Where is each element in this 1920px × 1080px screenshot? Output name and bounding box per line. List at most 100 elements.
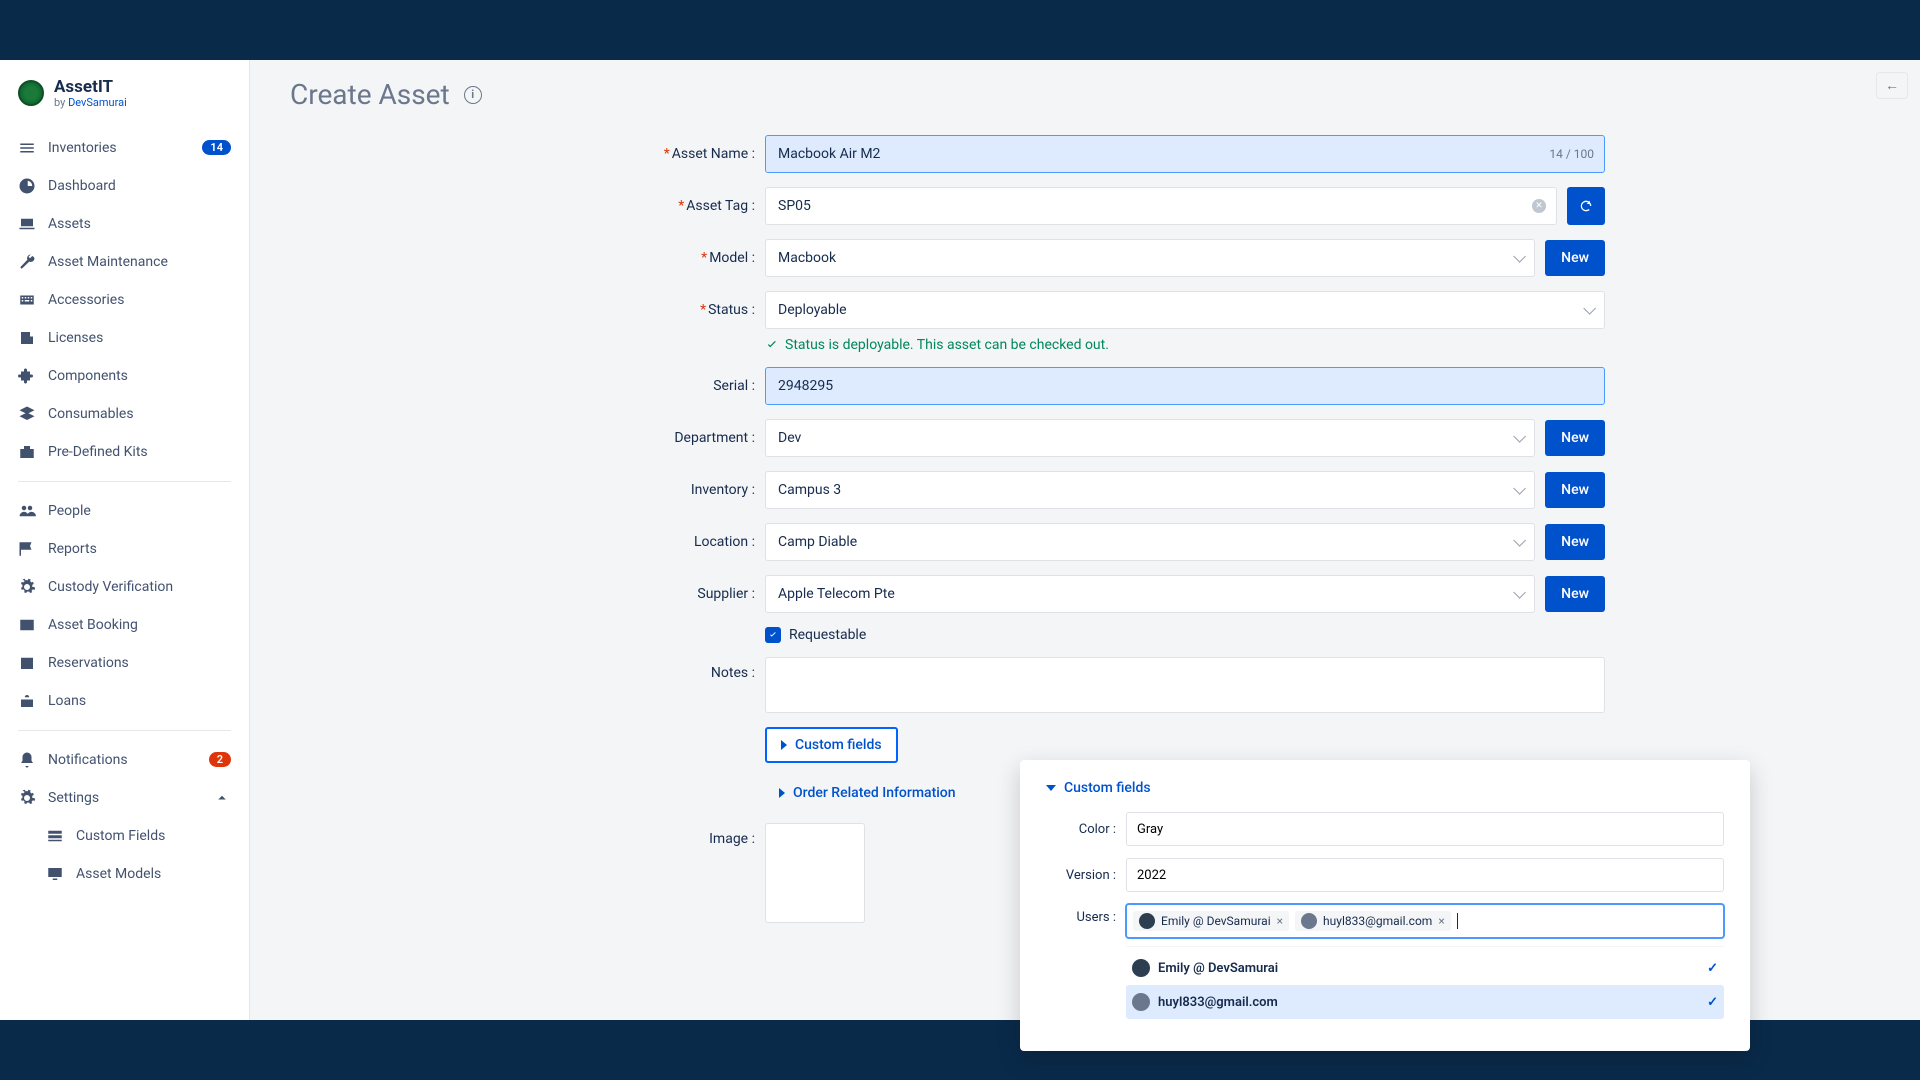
chevron-up-icon xyxy=(213,789,231,807)
supplier-label: Supplier : xyxy=(565,586,765,602)
sidebar-item-licenses[interactable]: Licenses xyxy=(0,319,249,357)
requestable-checkbox[interactable] xyxy=(765,627,781,643)
sidebar-item-loans[interactable]: Loans xyxy=(0,682,249,720)
asset-tag-input[interactable]: ✕ xyxy=(765,187,1557,225)
version-label: Version : xyxy=(1046,868,1126,883)
sidebar-item-assets[interactable]: Assets xyxy=(0,205,249,243)
inventory-select[interactable]: Campus 3 xyxy=(765,471,1535,509)
check-icon: ✓ xyxy=(1707,961,1718,976)
sidebar-item-label: Reports xyxy=(48,541,231,557)
refresh-tag-button[interactable] xyxy=(1567,187,1605,225)
inventories-icon xyxy=(18,139,36,157)
sidebar-item-label: Assets xyxy=(48,216,231,232)
asset-name-input[interactable]: 14 / 100 xyxy=(765,135,1605,173)
users-multiselect[interactable]: Emily @ DevSamurai × huyl833@gmail.com × xyxy=(1126,904,1724,938)
gear-icon xyxy=(18,578,36,596)
sidebar-item-components[interactable]: Components xyxy=(0,357,249,395)
sidebar-item-asset-models[interactable]: Asset Models xyxy=(0,855,249,893)
order-info-toggle[interactable]: Order Related Information xyxy=(765,777,970,809)
sidebar-item-label: Dashboard xyxy=(48,178,231,194)
brand-logo xyxy=(18,80,44,106)
status-select[interactable]: Deployable xyxy=(765,291,1605,329)
sidebar-item-label: Asset Maintenance xyxy=(48,254,231,270)
color-label: Color : xyxy=(1046,822,1126,837)
dashboard-icon xyxy=(18,177,36,195)
sidebar-item-label: Custom Fields xyxy=(76,828,231,844)
sidebar-item-asset-maintenance[interactable]: Asset Maintenance xyxy=(0,243,249,281)
asset-tag-label: *Asset Tag : xyxy=(565,198,765,214)
supplier-select[interactable]: Apple Telecom Pte xyxy=(765,575,1535,613)
sidebar-item-inventories[interactable]: Inventories 14 xyxy=(0,129,249,167)
popup-title[interactable]: Custom fields xyxy=(1046,780,1724,796)
sidebar-item-settings[interactable]: Settings xyxy=(0,779,249,817)
model-select[interactable]: Macbook xyxy=(765,239,1535,277)
new-model-button[interactable]: New xyxy=(1545,240,1605,276)
department-label: Department : xyxy=(565,430,765,446)
wrench-icon xyxy=(18,253,36,271)
new-department-button[interactable]: New xyxy=(1545,420,1605,456)
stack-icon xyxy=(18,405,36,423)
new-supplier-button[interactable]: New xyxy=(1545,576,1605,612)
dropdown-option[interactable]: huyl833@gmail.com ✓ xyxy=(1126,985,1724,1019)
custom-fields-toggle[interactable]: Custom fields xyxy=(765,727,898,763)
keyboard-icon xyxy=(18,291,36,309)
brand-title: AssetIT xyxy=(54,78,127,97)
nav-divider xyxy=(18,730,231,731)
color-input[interactable]: Gray xyxy=(1126,812,1724,846)
info-icon[interactable]: i xyxy=(464,86,482,104)
flag-icon xyxy=(18,540,36,558)
version-input[interactable]: 2022 xyxy=(1126,858,1724,892)
sidebar-item-notifications[interactable]: Notifications 2 xyxy=(0,741,249,779)
new-location-button[interactable]: New xyxy=(1545,524,1605,560)
page-title: Create Asset i xyxy=(290,78,1880,111)
booking-icon xyxy=(18,616,36,634)
back-button[interactable]: ← xyxy=(1876,72,1908,99)
sidebar-item-label: Asset Models xyxy=(76,866,231,882)
dropdown-option[interactable]: Emily @ DevSamurai ✓ xyxy=(1126,951,1724,985)
sidebar-item-reservations[interactable]: Reservations xyxy=(0,644,249,682)
avatar-icon xyxy=(1132,959,1150,977)
calendar-icon xyxy=(18,654,36,672)
new-inventory-button[interactable]: New xyxy=(1545,472,1605,508)
caret-right-icon xyxy=(779,788,785,798)
sidebar-item-dashboard[interactable]: Dashboard xyxy=(0,167,249,205)
chip-remove-icon[interactable]: × xyxy=(1438,914,1444,928)
avatar-icon xyxy=(1132,993,1150,1011)
location-select[interactable]: Camp Diable xyxy=(765,523,1535,561)
bell-icon xyxy=(18,751,36,769)
notifications-badge: 2 xyxy=(209,752,231,767)
image-upload[interactable] xyxy=(765,823,865,923)
model-label: *Model : xyxy=(565,250,765,266)
caret-down-icon xyxy=(1046,785,1056,791)
sidebar: AssetIT by DevSamurai Inventories 14 Das… xyxy=(0,60,250,1020)
status-message: Status is deployable. This asset can be … xyxy=(565,337,1605,353)
sidebar-item-predefined-kits[interactable]: Pre-Defined Kits xyxy=(0,433,249,471)
sidebar-item-reports[interactable]: Reports xyxy=(0,530,249,568)
serial-input[interactable] xyxy=(765,367,1605,405)
brand: AssetIT by DevSamurai xyxy=(0,78,249,129)
check-icon: ✓ xyxy=(1707,995,1718,1010)
sidebar-item-label: Inventories xyxy=(48,140,190,156)
notes-textarea[interactable] xyxy=(765,657,1605,713)
brand-subtitle: by DevSamurai xyxy=(54,97,127,109)
text-cursor xyxy=(1457,913,1458,929)
custom-fields-popup: Custom fields Color : Gray Version : 202… xyxy=(1020,760,1750,1051)
clear-icon[interactable]: ✕ xyxy=(1532,199,1546,213)
sidebar-item-accessories[interactable]: Accessories xyxy=(0,281,249,319)
brand-vendor-link[interactable]: DevSamurai xyxy=(68,96,127,109)
location-label: Location : xyxy=(565,534,765,550)
settings-icon xyxy=(18,789,36,807)
inventories-badge: 14 xyxy=(202,140,231,155)
sidebar-item-asset-booking[interactable]: Asset Booking xyxy=(0,606,249,644)
user-chip: Emily @ DevSamurai × xyxy=(1133,911,1289,931)
sidebar-item-label: Licenses xyxy=(48,330,231,346)
sidebar-item-custom-fields[interactable]: Custom Fields xyxy=(0,817,249,855)
sidebar-item-people[interactable]: People xyxy=(0,492,249,530)
sidebar-item-custody-verification[interactable]: Custody Verification xyxy=(0,568,249,606)
serial-label: Serial : xyxy=(565,378,765,394)
sidebar-item-consumables[interactable]: Consumables xyxy=(0,395,249,433)
chip-remove-icon[interactable]: × xyxy=(1277,914,1283,928)
department-select[interactable]: Dev xyxy=(765,419,1535,457)
toolbox-icon xyxy=(18,443,36,461)
monitor-icon xyxy=(46,865,64,883)
